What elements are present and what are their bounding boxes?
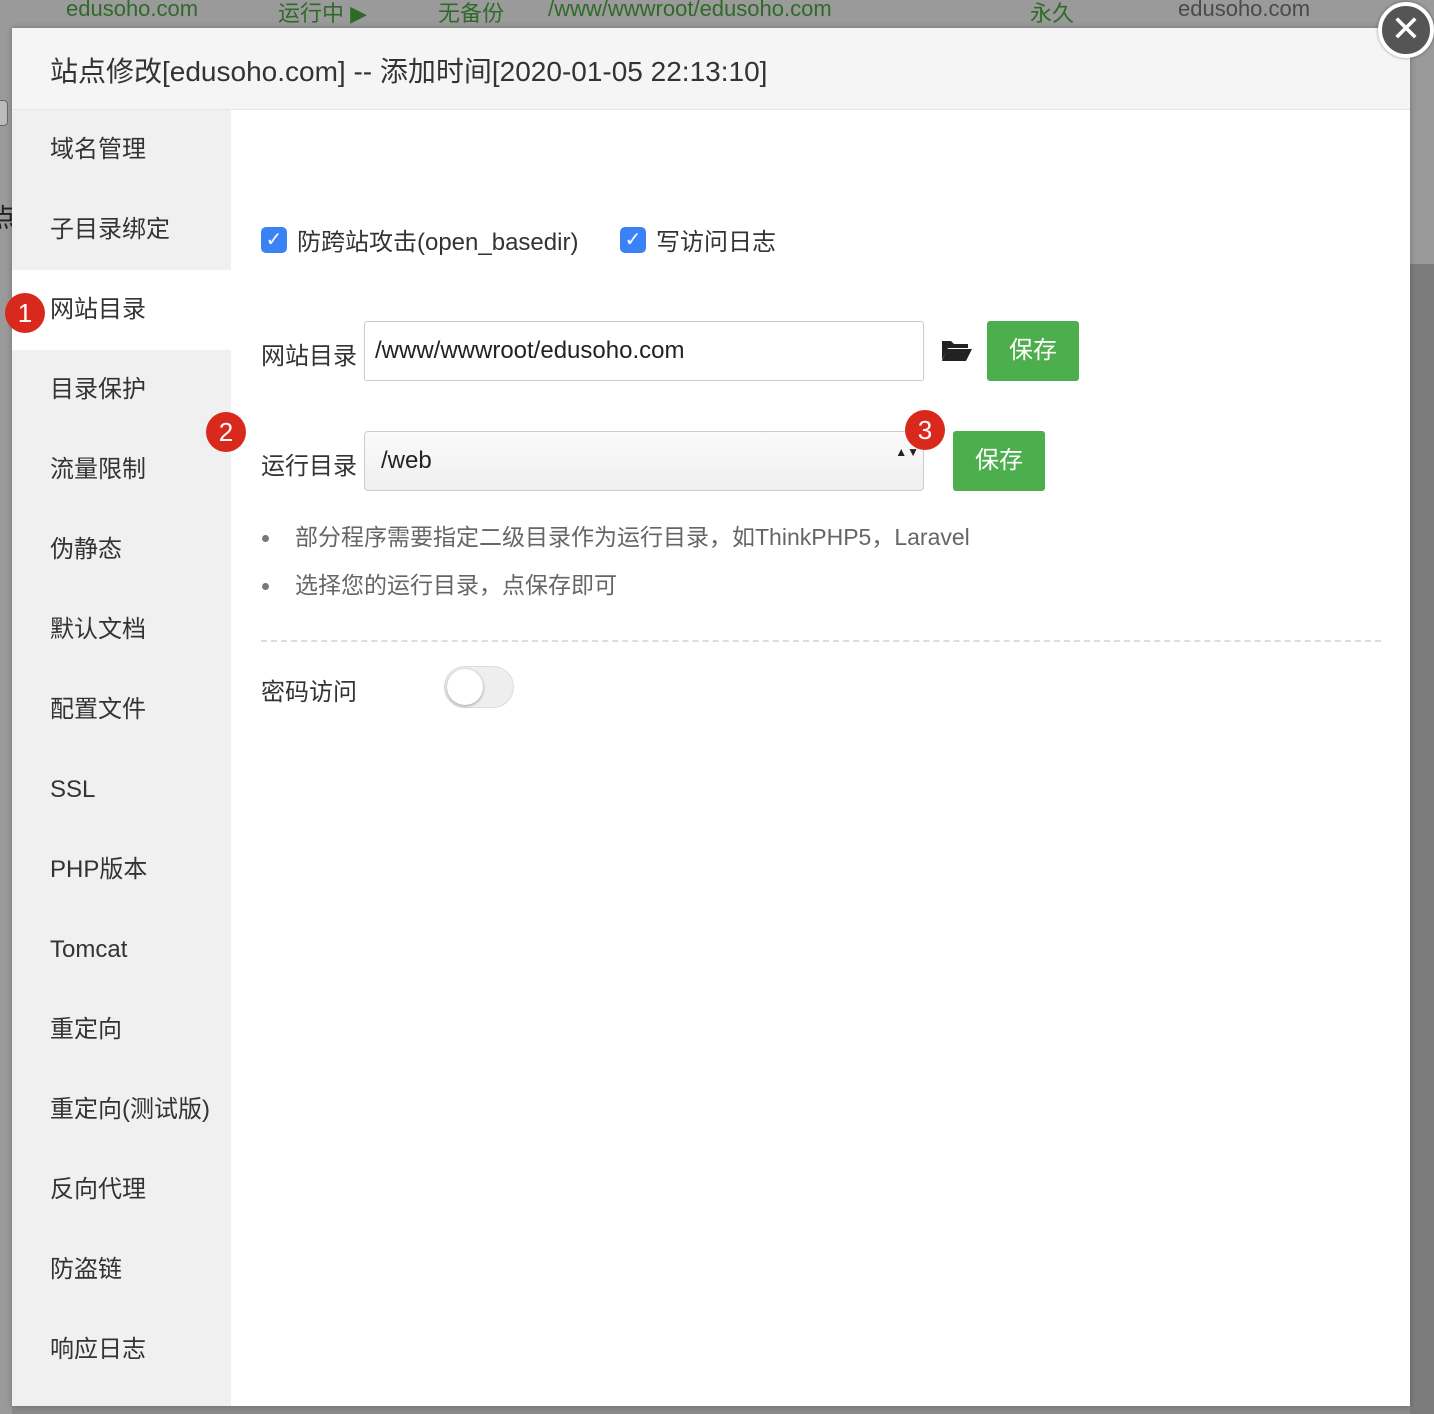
close-dialog-button[interactable]: ✕ xyxy=(1378,2,1434,58)
run-dir-label: 运行目录 xyxy=(261,453,357,480)
folder-open-icon[interactable] xyxy=(941,338,973,362)
sidebar-item-dir-protection[interactable]: 目录保护 xyxy=(12,350,231,430)
annotation-badge-3: 3 xyxy=(905,410,945,450)
access-log-checkbox[interactable]: ✓ xyxy=(620,226,646,253)
annotation-badge-1: 1 xyxy=(5,293,45,333)
save-run-dir-button[interactable]: 保存 xyxy=(953,431,1045,491)
toggle-knob xyxy=(447,669,483,705)
sidebar-item-config-file[interactable]: 配置文件 xyxy=(12,670,231,750)
site-edit-dialog: 站点修改[edusoho.com] -- 添加时间[2020-01-05 22:… xyxy=(12,28,1410,1406)
sidebar-item-php-version[interactable]: PHP版本 xyxy=(12,830,231,910)
access-log-label: 写访问日志 xyxy=(656,229,776,256)
run-dir-selected-value: /web xyxy=(381,447,432,474)
bg-domain: edusoho.com xyxy=(66,0,199,21)
sidebar-item-subdir-binding[interactable]: 子目录绑定 xyxy=(12,190,231,270)
tip-item: 部分程序需要指定二级目录作为运行目录，如ThinkPHP5，Laravel xyxy=(261,520,970,568)
background-right-edge xyxy=(1410,30,1434,1414)
run-dir-select[interactable]: /web ▲▼ xyxy=(364,431,924,491)
password-access-toggle[interactable] xyxy=(444,666,514,708)
dialog-title: 站点修改[edusoho.com] -- 添加时间[2020-01-05 22:… xyxy=(50,56,768,87)
site-dir-input[interactable]: /www/wwwroot/edusoho.com xyxy=(364,321,924,381)
open-basedir-label: 防跨站攻击(open_basedir) xyxy=(297,229,579,256)
site-directory-panel: ✓ 防跨站攻击(open_basedir) ✓ 写访问日志 网站目录 /www/… xyxy=(231,110,1410,1406)
site-dir-label: 网站目录 xyxy=(261,343,357,370)
dialog-header: 站点修改[edusoho.com] -- 添加时间[2020-01-05 22:… xyxy=(12,28,1410,110)
background-site-row: edusoho.com 运行中 ▶ 无备份 /www/wwwroot/eduso… xyxy=(0,0,1434,30)
open-basedir-checkbox[interactable]: ✓ xyxy=(261,226,287,253)
help-tips: 部分程序需要指定二级目录作为运行目录，如ThinkPHP5，Laravel 选择… xyxy=(261,520,970,616)
sidebar-item-redirect[interactable]: 重定向 xyxy=(12,990,231,1070)
sidebar-item-reverse-proxy[interactable]: 反向代理 xyxy=(12,1150,231,1230)
sidebar-item-rewrite[interactable]: 伪静态 xyxy=(12,510,231,590)
sidebar-item-response-log[interactable]: 响应日志 xyxy=(12,1310,231,1390)
bg-remark: edusoho.com xyxy=(1178,0,1311,21)
sidebar-item-tomcat[interactable]: Tomcat xyxy=(12,910,231,990)
sidebar-item-hotlink-protection[interactable]: 防盗链 xyxy=(12,1230,231,1310)
sidebar-item-redirect-beta[interactable]: 重定向(测试版) xyxy=(12,1070,231,1150)
access-log-option[interactable]: ✓ 写访问日志 xyxy=(620,222,776,257)
open-basedir-option[interactable]: ✓ 防跨站攻击(open_basedir) xyxy=(261,222,578,257)
bg-expire: 永久 xyxy=(1030,1,1075,26)
annotation-badge-2: 2 xyxy=(206,412,246,452)
sidebar-item-domain[interactable]: 域名管理 xyxy=(12,110,231,190)
sidebar-item-ssl[interactable]: SSL xyxy=(12,750,231,830)
bg-path: /www/wwwroot/edusoho.com xyxy=(548,0,832,21)
sidebar-item-traffic-limit[interactable]: 流量限制 xyxy=(12,430,231,510)
settings-sidebar: 域名管理 子目录绑定 网站目录 目录保护 流量限制 伪静态 默认文档 配置文件 … xyxy=(12,110,231,1406)
sidebar-item-default-doc[interactable]: 默认文档 xyxy=(12,590,231,670)
background-left-edge: 点 xyxy=(0,30,16,1414)
save-site-dir-button[interactable]: 保存 xyxy=(987,321,1079,381)
dashed-divider xyxy=(261,640,1381,642)
tip-item: 选择您的运行目录，点保存即可 xyxy=(261,568,970,616)
password-access-label: 密码访问 xyxy=(261,679,357,706)
bg-backup: 无备份 xyxy=(438,1,505,26)
bg-status: 运行中 ▶ xyxy=(278,1,368,26)
bg-checkbox xyxy=(0,100,8,126)
